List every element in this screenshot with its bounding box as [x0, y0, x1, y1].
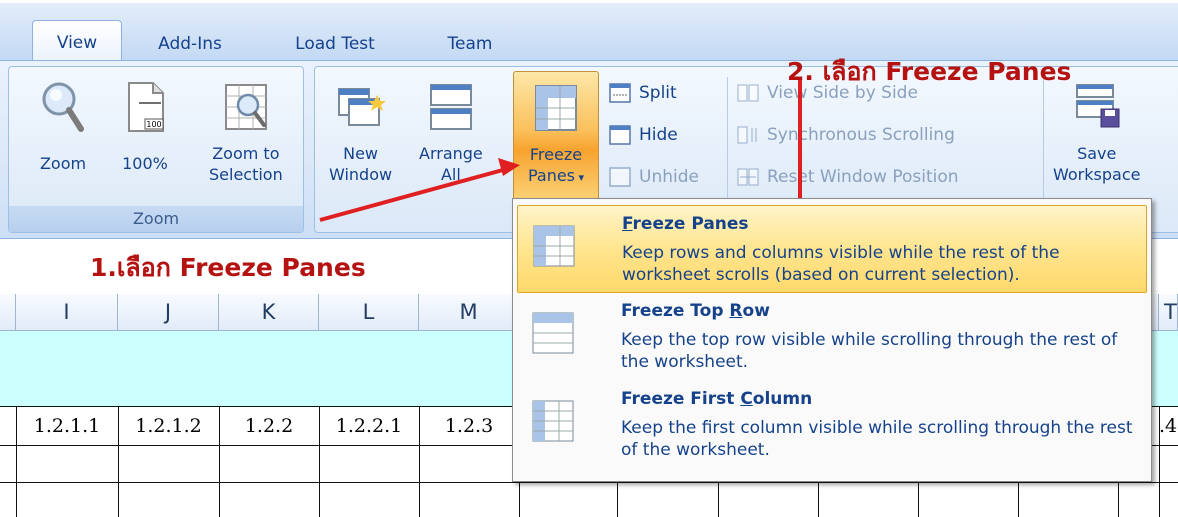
split-icon — [609, 83, 631, 103]
freeze-first-column-title: Freeze First Column — [621, 389, 813, 409]
magnifier-icon — [42, 82, 84, 132]
freeze-top-row-desc: Keep the top row visible while scrolling… — [621, 330, 1118, 372]
freeze-panes-icon — [535, 85, 577, 131]
freeze-top-row-icon — [532, 312, 574, 354]
group-separator — [727, 77, 728, 205]
zoom-selection-icon — [224, 84, 267, 130]
zoom-to-selection-button[interactable]: Zoom to Selection — [209, 79, 283, 185]
unhide-icon — [609, 167, 631, 187]
zoom-100-label: 100% — [122, 154, 168, 173]
freeze-top-row-title: Freeze Top Row — [621, 301, 770, 321]
zoom-selection-label-1: Zoom to — [212, 144, 280, 163]
column-header-t[interactable]: T — [1159, 294, 1178, 331]
reset-window-position-button[interactable]: Reset Window Position — [737, 167, 959, 187]
reset-position-icon — [737, 168, 759, 186]
arrange-all-icon — [429, 84, 472, 130]
split-label: Split — [639, 83, 677, 103]
column-header-m[interactable]: M — [419, 294, 519, 331]
ribbon-tab-strip: View Add-Ins Load Test Team — [0, 0, 1178, 64]
col-line — [718, 482, 719, 517]
cell-partial-right[interactable]: .4 — [1159, 408, 1178, 444]
col-line — [617, 482, 618, 517]
unhide-button[interactable]: Unhide — [609, 167, 699, 187]
column-header-partial-left[interactable] — [0, 294, 16, 331]
row-line — [0, 482, 1178, 483]
tab-view[interactable]: View — [32, 20, 122, 64]
cell-m[interactable]: 1.2.3 — [419, 408, 519, 444]
col-line — [918, 482, 919, 517]
arrange-all-button[interactable]: Arrange All — [419, 79, 483, 185]
column-header-l[interactable]: L — [319, 294, 419, 331]
chevron-down-icon: ▾ — [575, 171, 585, 184]
hide-label: Hide — [639, 125, 678, 145]
tab-add-ins[interactable]: Add-Ins — [135, 25, 245, 63]
freeze-panes-button[interactable]: Freeze Panes ▾ — [513, 71, 599, 203]
menu-item-freeze-panes[interactable]: Freeze Panes Keep rows and columns visib… — [517, 205, 1147, 293]
side-by-side-icon — [737, 84, 759, 102]
new-window-label-2: Window — [329, 165, 393, 184]
page-100-icon: 100 — [128, 82, 164, 132]
freeze-first-column-icon — [532, 400, 574, 442]
col-line — [818, 482, 819, 517]
freeze-panes-dropdown: Freeze Panes Keep rows and columns visib… — [512, 198, 1152, 482]
sync-scroll-icon — [737, 126, 757, 144]
arrange-all-label-1: Arrange — [419, 144, 483, 163]
zoom-label: Zoom — [39, 154, 87, 173]
split-button[interactable]: Split — [609, 83, 677, 103]
freeze-panes-label-1: Freeze — [529, 145, 583, 164]
zoom-selection-label-2: Selection — [209, 165, 283, 184]
svg-text:100: 100 — [146, 120, 161, 129]
annotation-step-2: 2. เลือก Freeze Panes — [787, 57, 1072, 86]
col-line — [1018, 482, 1019, 517]
tab-load-test[interactable]: Load Test — [275, 25, 395, 63]
synchronous-scrolling-button[interactable]: Synchronous Scrolling — [737, 125, 955, 145]
save-workspace-icon — [1075, 84, 1120, 128]
column-header-j[interactable]: J — [118, 294, 219, 331]
arrange-all-label-2: All — [440, 165, 461, 184]
hide-icon — [609, 125, 631, 145]
col-line — [1118, 482, 1119, 517]
column-header-k[interactable]: K — [219, 294, 319, 331]
freeze-panes-icon — [533, 225, 575, 267]
freeze-panes-desc: Keep rows and columns visible while the … — [622, 243, 1060, 285]
save-workspace-label-1: Save — [1077, 144, 1117, 163]
save-workspace-button[interactable]: Save Workspace — [1053, 79, 1140, 185]
zoom-group: Zoom 100 100% Zoom to Selection Zoom — [8, 66, 304, 233]
new-window-button[interactable]: New Window — [329, 79, 392, 185]
zoom-group-label: Zoom — [9, 206, 303, 232]
freeze-first-column-desc: Keep the first column visible while scro… — [621, 418, 1133, 460]
zoom-button[interactable]: Zoom — [37, 79, 89, 174]
tab-team[interactable]: Team — [425, 25, 515, 63]
menu-item-freeze-top-row[interactable]: Freeze Top Row Keep the top row visible … — [517, 295, 1147, 383]
reset-window-position-label: Reset Window Position — [767, 167, 959, 187]
new-window-label-1: New — [343, 144, 378, 163]
save-workspace-label-2: Workspace — [1053, 165, 1141, 184]
synchronous-scrolling-label: Synchronous Scrolling — [767, 125, 955, 145]
unhide-label: Unhide — [639, 167, 699, 187]
cell-j[interactable]: 1.2.1.2 — [118, 408, 219, 444]
menu-item-freeze-first-column[interactable]: Freeze First Column Keep the first colum… — [517, 385, 1147, 473]
zoom-100-button[interactable]: 100 100% — [119, 79, 171, 174]
cell-i[interactable]: 1.2.1.1 — [16, 408, 118, 444]
cell-k[interactable]: 1.2.2 — [219, 408, 319, 444]
group-separator-2 — [1043, 77, 1044, 205]
new-window-icon — [337, 88, 386, 126]
hide-button[interactable]: Hide — [609, 125, 678, 145]
column-header-i[interactable]: I — [16, 294, 118, 331]
freeze-panes-label-2: Panes ▾ — [527, 166, 585, 185]
annotation-step-1: 1.เลือก Freeze Panes — [90, 253, 366, 282]
cell-l[interactable]: 1.2.2.1 — [319, 408, 419, 444]
freeze-panes-title: Freeze Panes — [622, 214, 749, 234]
